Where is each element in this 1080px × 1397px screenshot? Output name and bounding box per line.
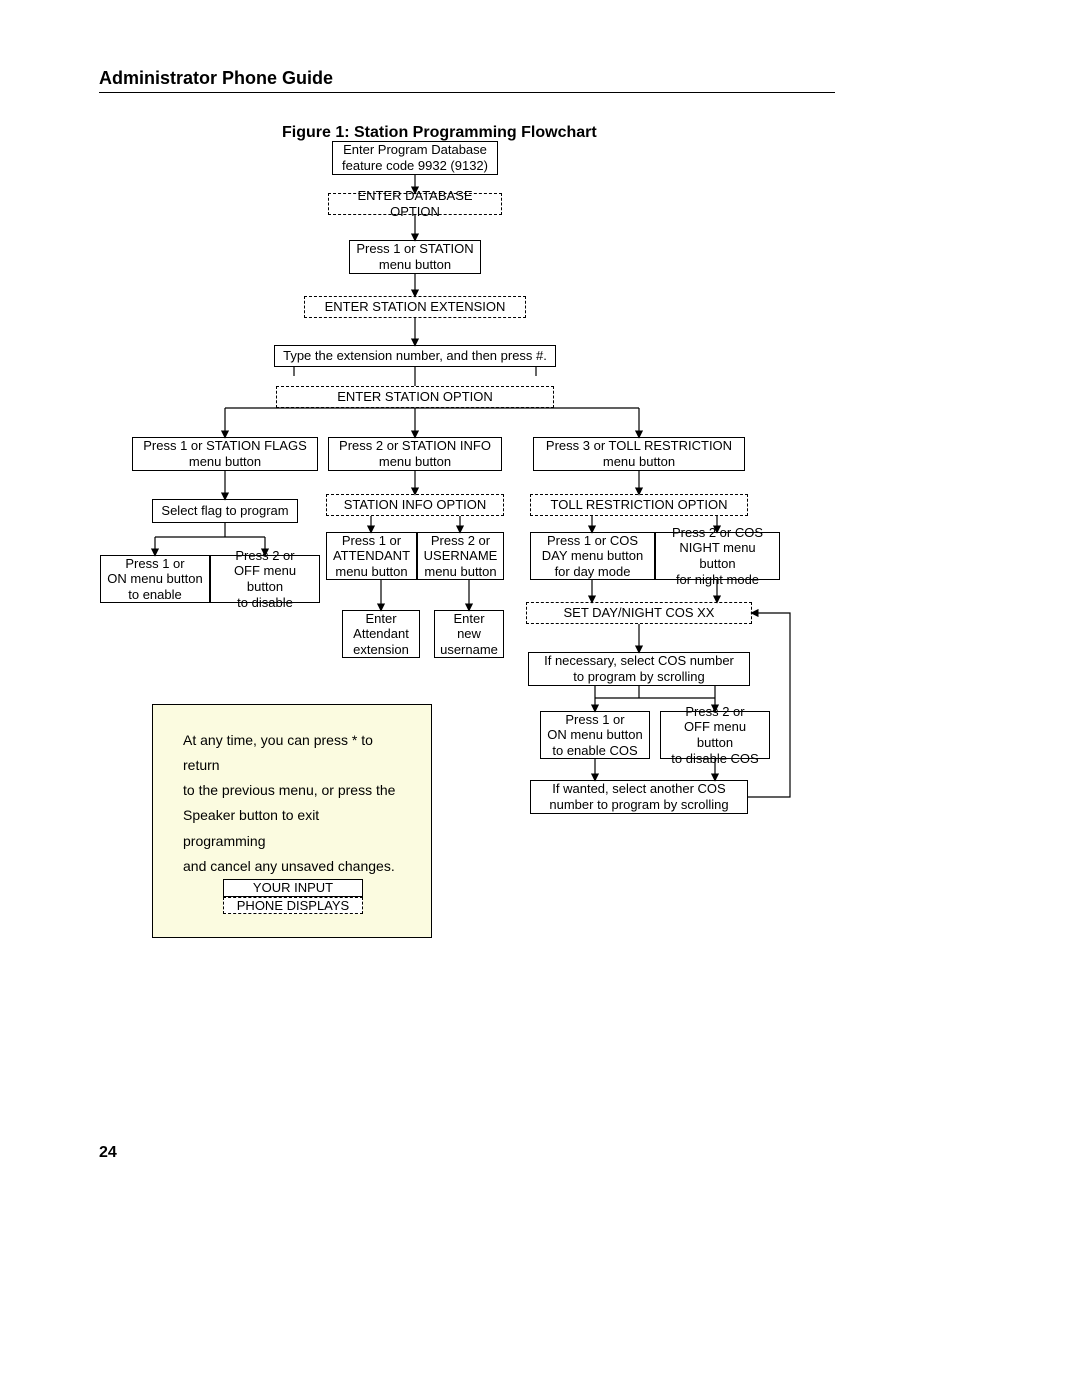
node-text: new	[457, 626, 481, 642]
node-text: Press 2 or	[235, 548, 294, 564]
node-text: Press 2 or	[685, 704, 744, 720]
node-text: Press 2 or STATION INFO	[339, 438, 491, 454]
node-text: ON menu button	[107, 571, 202, 587]
node-enter-attendant-ext: Enter Attendant extension	[342, 610, 420, 658]
page-header: Administrator Phone Guide	[99, 68, 333, 89]
node-text: OFF menu button	[665, 719, 765, 750]
legend-label: PHONE DISPLAYS	[237, 898, 349, 914]
note-line: At any time, you can press * to return	[183, 728, 401, 778]
legend-phone-displays: PHONE DISPLAYS	[223, 897, 363, 915]
node-username: Press 2 or USERNAME menu button	[417, 532, 504, 580]
figure-title: Figure 1: Station Programming Flowchart	[282, 124, 597, 142]
node-text: Enter	[453, 611, 484, 627]
node-station-info-option: STATION INFO OPTION	[326, 494, 504, 516]
legend-label: YOUR INPUT	[253, 880, 333, 896]
node-text: to disable COS	[671, 751, 758, 767]
node-text: Press 1 or	[125, 556, 184, 572]
node-text: USERNAME	[424, 548, 498, 564]
node-enter-username: Enter new username	[434, 610, 504, 658]
node-text: to enable	[128, 587, 182, 603]
node-attendant: Press 1 or ATTENDANT menu button	[326, 532, 417, 580]
note-line: to the previous menu, or press the	[183, 778, 395, 803]
node-text: Press 1 or STATION	[356, 241, 473, 257]
node-text: Press 1 or	[342, 533, 401, 549]
note-line: Speaker button to exit programming	[183, 803, 401, 853]
node-text: ENTER DATABASE OPTION	[333, 188, 497, 219]
node-text: Enter Program Database	[343, 142, 487, 158]
node-text: STATION INFO OPTION	[344, 497, 487, 513]
node-text: menu button	[335, 564, 407, 580]
node-text: If necessary, select COS number	[544, 653, 734, 669]
node-text: username	[440, 642, 498, 658]
node-text: Attendant	[353, 626, 409, 642]
node-text: Select flag to program	[161, 503, 288, 519]
header-rule	[99, 92, 835, 93]
node-press-1-station: Press 1 or STATION menu button	[349, 240, 481, 274]
node-enter-station-extension: ENTER STATION EXTENSION	[304, 296, 526, 318]
node-text: feature code 9932 (9132)	[342, 158, 488, 174]
node-text: ATTENDANT	[333, 548, 410, 564]
page-number: 24	[99, 1144, 117, 1162]
node-text: Press 2 or COS	[672, 525, 763, 541]
node-text: number to program by scrolling	[549, 797, 728, 813]
node-enter-station-option: ENTER STATION OPTION	[276, 386, 554, 408]
node-text: for night mode	[676, 572, 759, 588]
node-select-another-cos: If wanted, select another COS number to …	[530, 780, 748, 814]
node-type-extension: Type the extension number, and then pres…	[274, 345, 556, 367]
node-text: If wanted, select another COS	[552, 781, 725, 797]
node-select-flag: Select flag to program	[152, 499, 298, 523]
node-text: menu button	[603, 454, 675, 470]
node-text: menu button	[424, 564, 496, 580]
node-text: Press 1 or STATION FLAGS	[143, 438, 307, 454]
note-box: At any time, you can press * to return t…	[152, 704, 432, 938]
node-text: Press 3 or TOLL RESTRICTION	[546, 438, 732, 454]
node-flag-enable: Press 1 or ON menu button to enable	[100, 555, 210, 603]
node-enter-program-database: Enter Program Database feature code 9932…	[332, 141, 498, 175]
node-text: ON menu button	[547, 727, 642, 743]
node-text: ENTER STATION OPTION	[337, 389, 493, 405]
node-text: DAY menu button	[542, 548, 643, 564]
node-set-day-night-cos: SET DAY/NIGHT COS XX	[526, 602, 752, 624]
node-text: to disable	[237, 595, 293, 611]
node-text: Enter	[365, 611, 396, 627]
node-text: TOLL RESTRICTION OPTION	[551, 497, 728, 513]
legend-your-input: YOUR INPUT	[223, 879, 363, 897]
node-text: for day mode	[555, 564, 631, 580]
node-text: to program by scrolling	[573, 669, 705, 685]
node-text: NIGHT menu button	[660, 540, 775, 571]
node-enter-database-option: ENTER DATABASE OPTION	[328, 193, 502, 215]
node-cos-day: Press 1 or COS DAY menu button for day m…	[530, 532, 655, 580]
node-cos-night: Press 2 or COS NIGHT menu button for nig…	[655, 532, 780, 580]
node-enable-cos: Press 1 or ON menu button to enable COS	[540, 711, 650, 759]
node-text: Press 1 or	[565, 712, 624, 728]
node-text: ENTER STATION EXTENSION	[325, 299, 506, 315]
node-text: menu button	[379, 454, 451, 470]
node-press-1-station-flags: Press 1 or STATION FLAGS menu button	[132, 437, 318, 471]
node-press-3-toll-restriction: Press 3 or TOLL RESTRICTION menu button	[533, 437, 745, 471]
node-flag-disable: Press 2 or OFF menu button to disable	[210, 555, 320, 603]
note-line: and cancel any unsaved changes.	[183, 854, 395, 879]
node-select-cos-scroll: If necessary, select COS number to progr…	[528, 652, 750, 686]
node-text: OFF menu button	[215, 563, 315, 594]
node-text: Type the extension number, and then pres…	[283, 348, 547, 364]
node-text: to enable COS	[552, 743, 637, 759]
node-text: menu button	[379, 257, 451, 273]
node-toll-restriction-option: TOLL RESTRICTION OPTION	[530, 494, 748, 516]
node-text: Press 1 or COS	[547, 533, 638, 549]
node-disable-cos: Press 2 or OFF menu button to disable CO…	[660, 711, 770, 759]
flowchart-arrows	[0, 0, 1080, 1397]
node-text: extension	[353, 642, 409, 658]
node-text: menu button	[189, 454, 261, 470]
node-text: SET DAY/NIGHT COS XX	[564, 605, 715, 621]
node-text: Press 2 or	[431, 533, 490, 549]
node-press-2-station-info: Press 2 or STATION INFO menu button	[328, 437, 502, 471]
